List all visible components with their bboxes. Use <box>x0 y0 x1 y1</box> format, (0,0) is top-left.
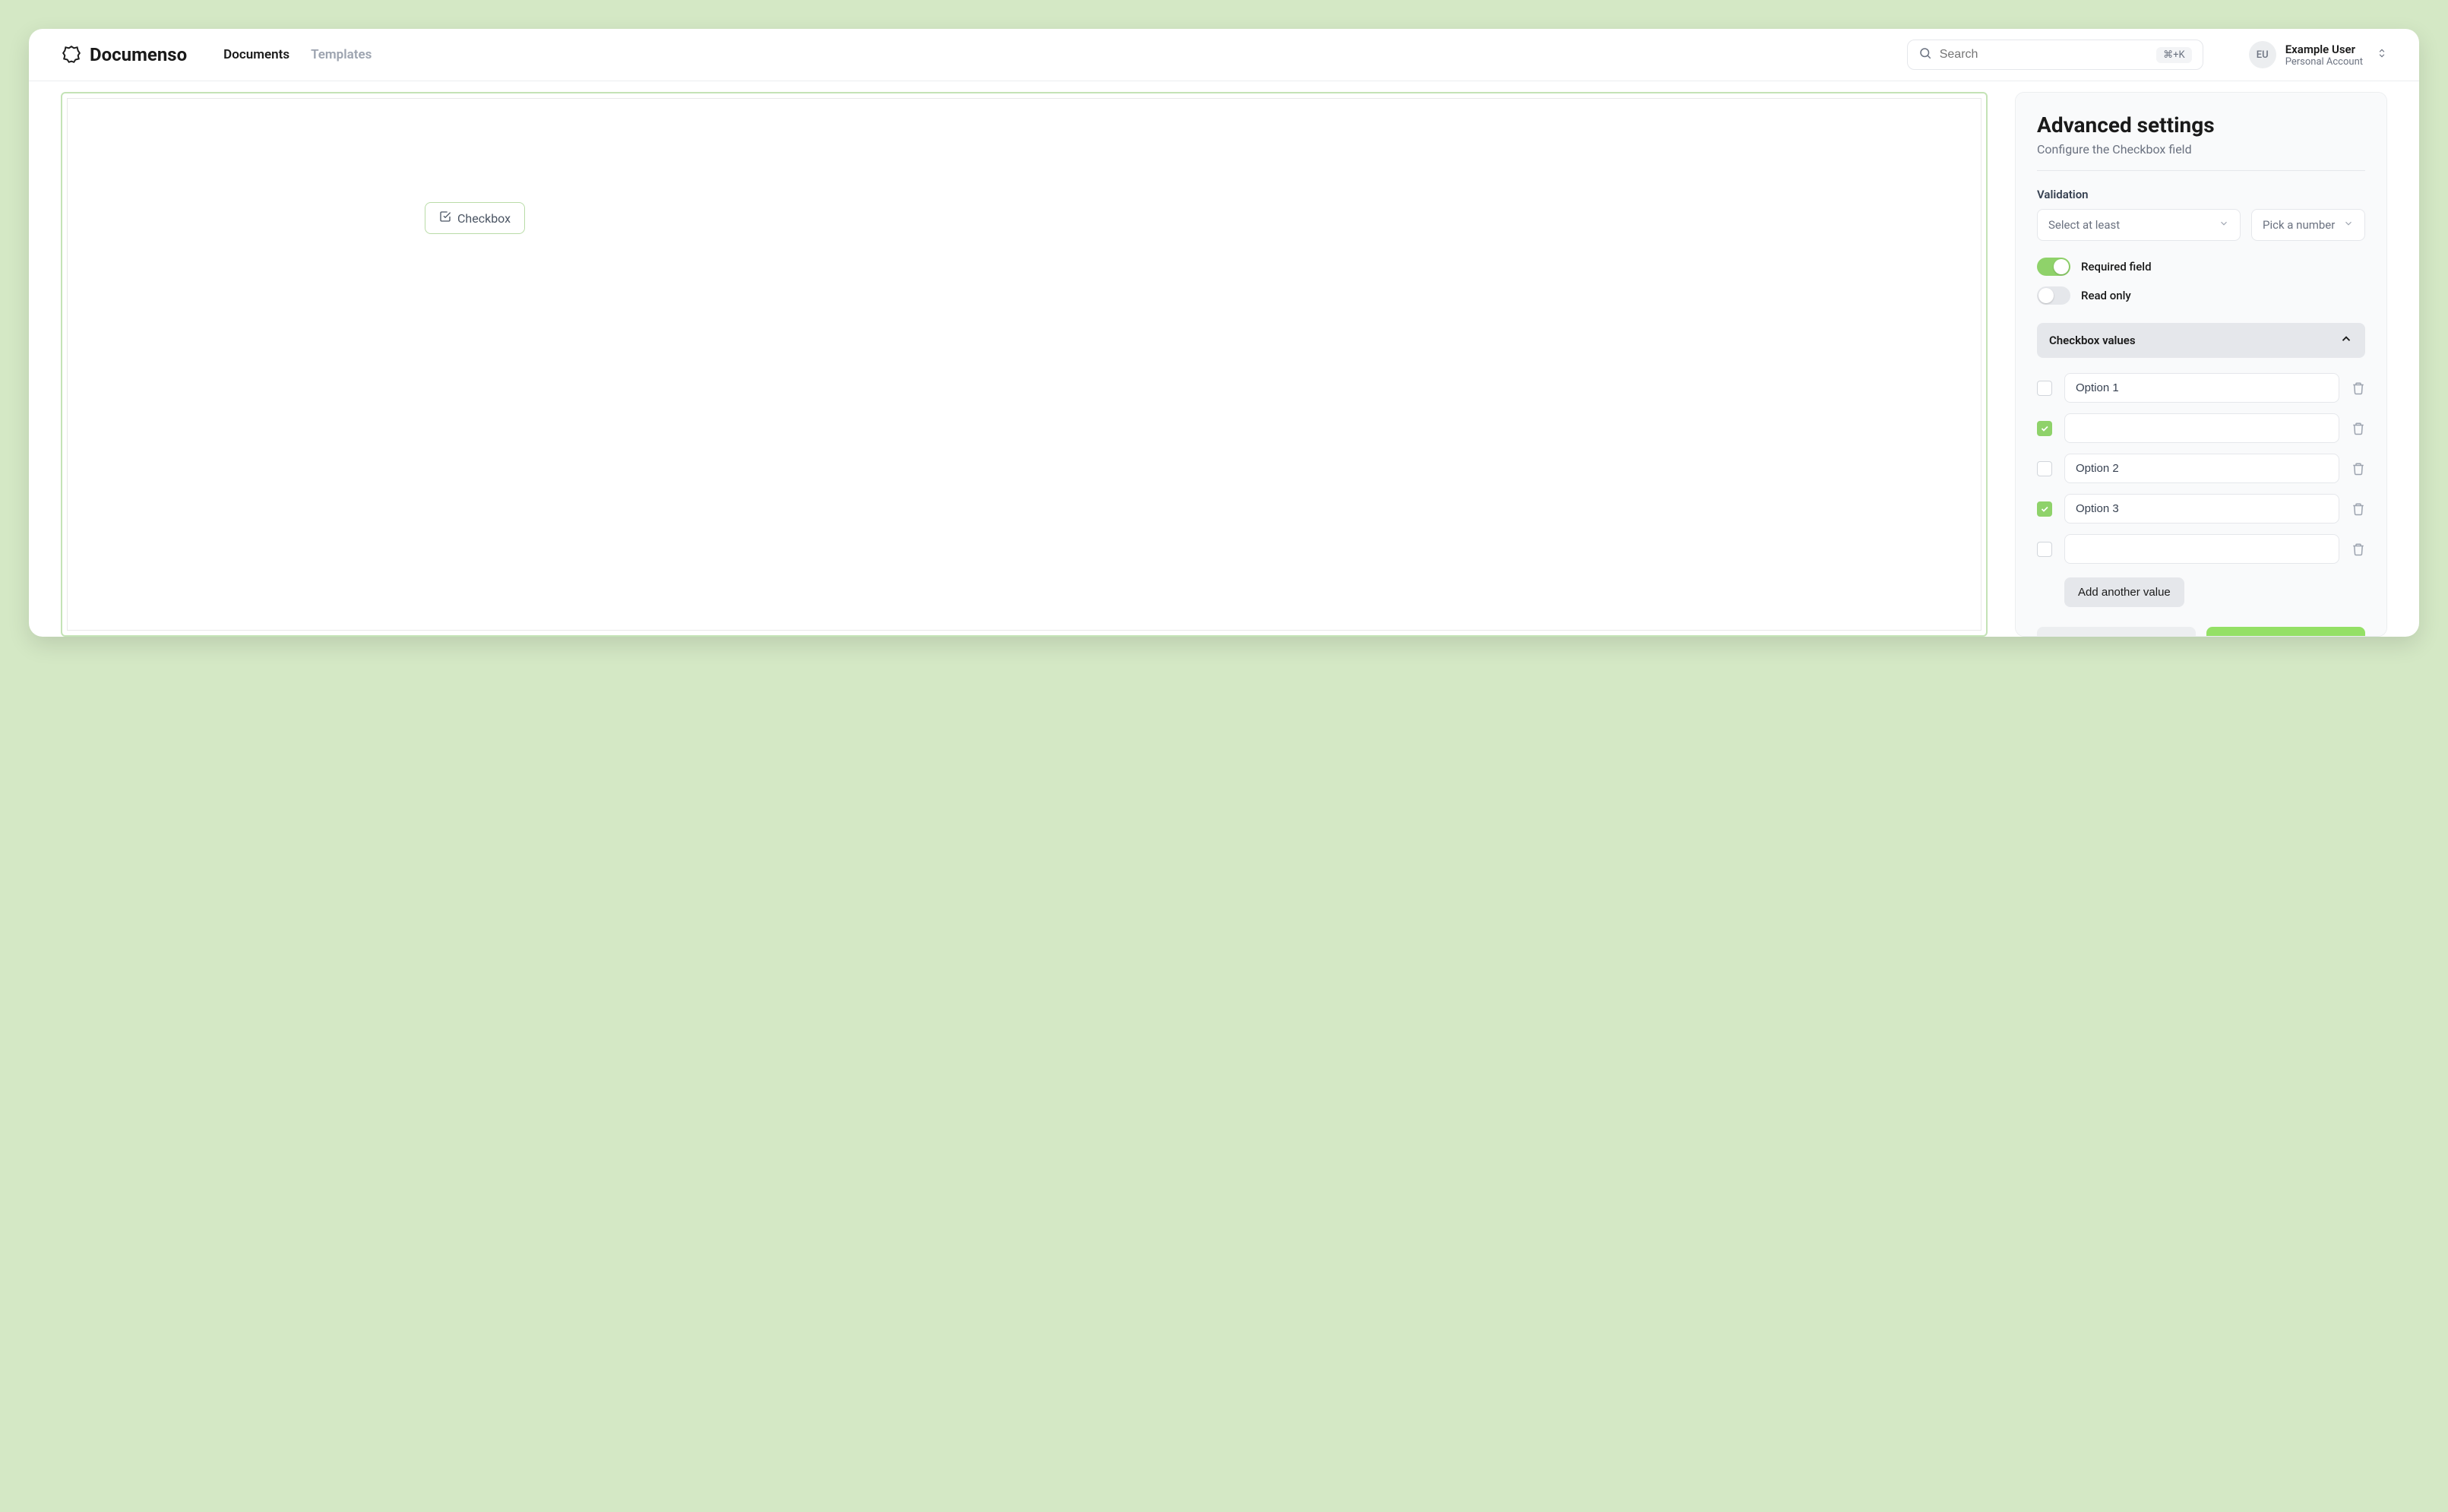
add-value-button[interactable]: Add another value <box>2064 577 2184 607</box>
user-name: Example User <box>2285 43 2363 56</box>
trash-icon[interactable] <box>2352 462 2365 476</box>
validation-rule-select[interactable]: Select at least <box>2037 209 2241 241</box>
sidebar-title: Advanced settings <box>2037 112 2365 138</box>
checkbox-values-accordion[interactable]: Checkbox values <box>2037 323 2365 358</box>
value-input[interactable] <box>2064 454 2339 483</box>
required-toggle[interactable] <box>2037 258 2070 276</box>
user-account-type: Personal Account <box>2285 56 2363 68</box>
validation-label: Validation <box>2037 188 2365 201</box>
search-icon <box>1918 46 1932 63</box>
value-input[interactable] <box>2064 494 2339 524</box>
required-toggle-row: Required field <box>2037 258 2365 276</box>
chevron-down-icon <box>2219 218 2229 232</box>
app-window: Documenso Documents Templates ⌘+K EU Exa… <box>29 29 2419 637</box>
search-kbd: ⌘+K <box>2156 47 2192 63</box>
settings-sidebar: Advanced settings Configure the Checkbox… <box>2015 92 2387 637</box>
field-chip-label: Checkbox <box>457 211 511 226</box>
value-input[interactable] <box>2064 413 2339 443</box>
value-checkbox[interactable] <box>2037 542 2052 557</box>
divider <box>2037 170 2365 171</box>
value-row <box>2037 534 2365 564</box>
value-row <box>2037 413 2365 443</box>
value-checkbox[interactable] <box>2037 461 2052 476</box>
value-row <box>2037 373 2365 403</box>
user-info: Example User Personal Account <box>2285 43 2363 68</box>
top-nav: Documents Templates <box>223 47 372 62</box>
chevron-up-icon <box>2339 332 2353 349</box>
validation-rule-value: Select at least <box>2048 218 2120 232</box>
validation-row: Select at least Pick a number <box>2037 209 2365 241</box>
readonly-toggle[interactable] <box>2037 286 2070 305</box>
brand-name: Documenso <box>90 44 187 65</box>
chevron-down-icon <box>2343 218 2354 232</box>
app-header: Documenso Documents Templates ⌘+K EU Exa… <box>29 29 2419 81</box>
validation-number-value: Pick a number <box>2263 218 2335 232</box>
value-checkbox[interactable] <box>2037 421 2052 436</box>
required-label: Required field <box>2081 260 2152 274</box>
document-canvas[interactable]: Checkbox <box>61 92 1988 637</box>
readonly-toggle-row: Read only <box>2037 286 2365 305</box>
nav-templates[interactable]: Templates <box>311 47 372 62</box>
checkbox-icon <box>439 210 451 226</box>
brand-logo[interactable]: Documenso <box>61 44 187 65</box>
trash-icon[interactable] <box>2352 422 2365 435</box>
save-button[interactable]: Save <box>2206 627 2365 637</box>
main-content: Checkbox Advanced settings Configure the… <box>29 81 2419 637</box>
value-input[interactable] <box>2064 534 2339 564</box>
nav-documents[interactable]: Documents <box>223 47 289 62</box>
trash-icon[interactable] <box>2352 542 2365 556</box>
checkbox-field-chip[interactable]: Checkbox <box>425 202 525 234</box>
value-checkbox[interactable] <box>2037 501 2052 517</box>
readonly-label: Read only <box>2081 289 2131 302</box>
trash-icon[interactable] <box>2352 502 2365 516</box>
value-row <box>2037 454 2365 483</box>
brand-icon <box>61 44 82 65</box>
user-menu[interactable]: EU Example User Personal Account <box>2249 41 2387 68</box>
trash-icon[interactable] <box>2352 381 2365 395</box>
search-input-wrap[interactable]: ⌘+K <box>1907 40 2203 70</box>
value-row <box>2037 494 2365 524</box>
sidebar-footer: Cancel Save <box>2037 627 2365 637</box>
document-page: Checkbox <box>67 98 1981 631</box>
search-input[interactable] <box>1940 48 2156 62</box>
sidebar-subtitle: Configure the Checkbox field <box>2037 142 2365 157</box>
validation-number-select[interactable]: Pick a number <box>2251 209 2365 241</box>
chevron-updown-icon <box>2377 46 2387 63</box>
value-checkbox[interactable] <box>2037 381 2052 396</box>
avatar: EU <box>2249 41 2276 68</box>
checkbox-values-list <box>2037 373 2365 564</box>
accordion-label: Checkbox values <box>2049 334 2136 347</box>
value-input[interactable] <box>2064 373 2339 403</box>
cancel-button[interactable]: Cancel <box>2037 627 2196 637</box>
